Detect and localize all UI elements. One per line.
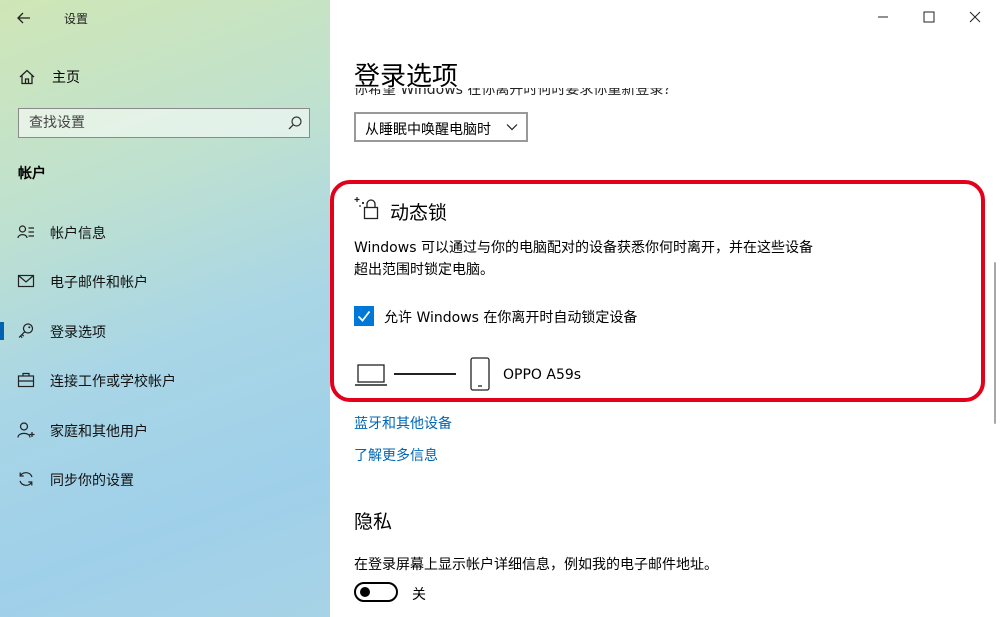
pairing-connector-line	[394, 373, 456, 375]
key-icon	[18, 323, 34, 339]
dynamic-lock-checkbox[interactable]	[354, 306, 374, 326]
sidebar-item-sync[interactable]: 同步你的设置	[0, 461, 330, 497]
settings-sidebar: 设置 主页 帐户 帐户信息 电子邮件和帐户	[0, 0, 330, 617]
bluetooth-devices-link[interactable]: 蓝牙和其他设备	[354, 413, 452, 433]
sidebar-item-email[interactable]: 电子邮件和帐户	[0, 263, 330, 299]
dropdown-value: 从睡眠中唤醒电脑时	[365, 122, 491, 138]
back-button[interactable]	[10, 6, 38, 30]
section-title: 帐户	[18, 166, 46, 182]
briefcase-icon	[17, 372, 35, 388]
home-icon	[19, 69, 35, 85]
sidebar-item-label: 登录选项	[50, 325, 106, 341]
search-box	[18, 108, 310, 138]
title-bar: 设置	[0, 0, 330, 36]
phone-icon	[470, 357, 490, 391]
clipped-setting-text: 你希望 Windows 在你离开时何时要求你重新登录？	[354, 88, 677, 104]
privacy-section-title: 隐私	[354, 511, 393, 533]
sidebar-item-account-info[interactable]: 帐户信息	[0, 214, 330, 250]
person-add-icon	[17, 422, 35, 438]
laptop-icon	[355, 364, 387, 386]
dynamic-lock-icon	[354, 197, 379, 220]
person-card-icon	[17, 225, 34, 239]
back-arrow-icon	[17, 12, 30, 24]
search-icon[interactable]	[287, 115, 303, 131]
minimize-button[interactable]	[860, 0, 906, 34]
toggle-state-label: 关	[412, 587, 426, 603]
sidebar-item-label: 连接工作或学校帐户	[50, 374, 176, 390]
dynamic-lock-description: Windows 可以通过与你的电脑配对的设备获悉你何时离开，并在这些设备超出范围…	[354, 240, 813, 278]
sidebar-item-sign-in-options[interactable]: 登录选项	[0, 313, 330, 349]
sidebar-item-label: 帐户信息	[50, 226, 106, 242]
checkmark-icon	[357, 310, 371, 322]
scrollbar[interactable]	[994, 262, 996, 424]
sidebar-item-label: 电子邮件和帐户	[50, 275, 148, 291]
clipped-setting-label: 你希望 Windows 在你离开时何时要求你重新登录？	[354, 88, 678, 98]
sidebar-item-label: 同步你的设置	[50, 473, 134, 489]
settings-content: 登录选项 你希望 Windows 在你离开时何时要求你重新登录？ 从睡眠中唤醒电…	[330, 0, 1000, 617]
learn-more-link[interactable]: 了解更多信息	[354, 445, 438, 465]
paired-device-name: OPPO A59s	[503, 367, 582, 383]
minimize-icon	[878, 16, 888, 18]
chevron-down-icon	[506, 124, 518, 131]
search-input[interactable]	[19, 109, 281, 137]
wake-require-signin-dropdown[interactable]: 从睡眠中唤醒电脑时	[354, 112, 528, 142]
maximize-button[interactable]	[906, 0, 952, 34]
toggle-knob	[360, 587, 370, 597]
app-title: 设置	[64, 12, 89, 26]
maximize-icon	[923, 11, 935, 23]
close-button[interactable]	[952, 0, 998, 34]
sidebar-item-home[interactable]: 主页	[0, 60, 330, 92]
privacy-description: 在登录屏幕上显示帐户详细信息，例如我的电子邮件地址。	[354, 557, 718, 573]
sidebar-item-label: 家庭和其他用户	[50, 424, 148, 440]
sidebar-item-work-school[interactable]: 连接工作或学校帐户	[0, 362, 330, 398]
show-account-details-toggle[interactable]	[354, 582, 398, 602]
close-icon	[969, 11, 981, 23]
mail-icon	[17, 274, 35, 288]
sidebar-item-family[interactable]: 家庭和其他用户	[0, 412, 330, 448]
sidebar-item-label: 主页	[52, 70, 80, 86]
dynamic-lock-checkbox-label[interactable]: 允许 Windows 在你离开时自动锁定设备	[384, 307, 637, 327]
dynamic-lock-title: 动态锁	[390, 202, 448, 224]
sync-icon	[19, 472, 33, 486]
